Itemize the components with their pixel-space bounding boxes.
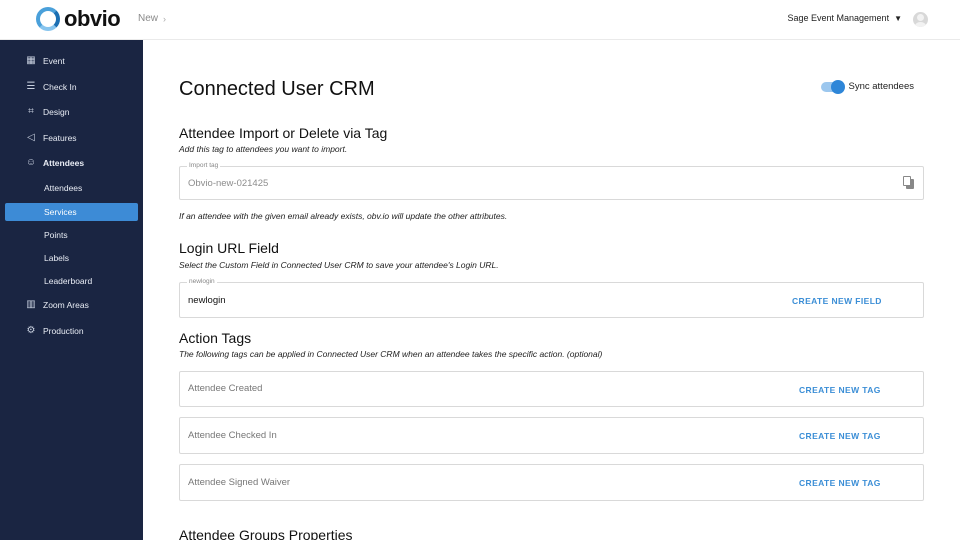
- avatar[interactable]: [913, 12, 928, 27]
- top-bar: obvio New › Sage Event Management ▼: [0, 0, 960, 40]
- sidebar: ▦ Event ☰ Check In ⌗ Design ◁ Features ☺…: [0, 40, 143, 540]
- sidebar-item-label: Design: [43, 107, 70, 117]
- sync-attendees-toggle[interactable]: Sync attendees: [820, 79, 915, 94]
- sidebar-item-label: Event: [43, 56, 65, 66]
- create-new-tag-button[interactable]: CREATE NEW TAG: [799, 385, 881, 395]
- logo-text: obvio: [64, 6, 121, 31]
- crop-icon: ⌗: [28, 106, 34, 117]
- breadcrumb-event[interactable]: New: [138, 13, 158, 24]
- sidebar-item-features[interactable]: ◁ Features: [0, 128, 143, 148]
- login-section-heading: Login URL Field: [179, 240, 279, 256]
- breadcrumb: New ›: [138, 13, 166, 24]
- toggle-switch[interactable]: [820, 79, 845, 94]
- calendar-icon: ▦: [26, 55, 36, 66]
- login-url-field-value: newlogin: [188, 295, 226, 306]
- sync-attendees-label: Sync attendees: [848, 81, 915, 92]
- main-content: Connected User CRM Sync attendees Attend…: [143, 40, 960, 540]
- sidebar-subitem-points[interactable]: Points: [5, 226, 138, 244]
- action-tag-row[interactable]: Attendee Signed Waiver CREATE NEW TAG: [179, 464, 924, 501]
- import-tag-label: Import tag: [187, 162, 221, 169]
- sidebar-item-zoom-areas[interactable]: ▥ Zoom Areas: [0, 295, 143, 315]
- sidebar-subitem-attendees[interactable]: Attendees: [5, 179, 138, 197]
- megaphone-icon: ◁: [27, 132, 35, 143]
- sidebar-item-label: Check In: [43, 82, 77, 92]
- action-tag-label: Attendee Signed Waiver: [188, 477, 291, 488]
- sidebar-item-design[interactable]: ⌗ Design: [0, 102, 143, 122]
- sidebar-item-label: Attendees: [43, 158, 85, 168]
- copy-icon[interactable]: [903, 176, 915, 190]
- sidebar-item-check-in[interactable]: ☰ Check In: [0, 77, 143, 97]
- login-url-field-label: newlogin: [187, 278, 217, 285]
- organization-name: Sage Event Management: [787, 13, 890, 23]
- page-title: Connected User CRM: [179, 78, 375, 100]
- sidebar-item-label: Features: [43, 133, 77, 143]
- sidebar-subitem-label: Labels: [44, 253, 70, 263]
- sidebar-subitem-label: Points: [44, 230, 68, 240]
- gears-icon: ⚙: [26, 325, 36, 336]
- sidebar-item-label: Zoom Areas: [43, 300, 89, 310]
- action-tags-heading: Action Tags: [179, 330, 252, 346]
- checklist-icon: ☰: [26, 81, 36, 92]
- action-tag-row[interactable]: Attendee Checked In CREATE NEW TAG: [179, 417, 924, 454]
- sidebar-subitem-labels[interactable]: Labels: [5, 249, 138, 267]
- import-tag-value: Obvio-new-021425: [188, 178, 269, 189]
- import-section-heading: Attendee Import or Delete via Tag: [179, 125, 388, 141]
- obvio-logo[interactable]: obvio: [36, 6, 121, 32]
- import-section-note: If an attendee with the given email alre…: [179, 211, 508, 221]
- people-icon: ☺: [25, 157, 37, 168]
- logo-ring-icon: [36, 7, 60, 31]
- sidebar-subitem-leaderboard[interactable]: Leaderboard: [5, 272, 138, 290]
- create-new-field-button[interactable]: CREATE NEW FIELD: [792, 296, 882, 306]
- create-new-tag-button[interactable]: CREATE NEW TAG: [799, 431, 881, 441]
- login-section-subtitle: Select the Custom Field in Connected Use…: [179, 260, 499, 270]
- attendee-groups-heading: Attendee Groups Properties: [179, 527, 353, 540]
- sidebar-subitem-label: Attendees: [44, 183, 83, 193]
- zoom-areas-icon: ▥: [26, 299, 36, 310]
- sidebar-item-production[interactable]: ⚙ Production: [0, 321, 143, 341]
- sidebar-item-label: Production: [43, 326, 84, 336]
- import-tag-field[interactable]: Import tag Obvio-new-021425: [179, 162, 924, 200]
- action-tag-label: Attendee Created: [188, 383, 263, 394]
- action-tags-subtitle: The following tags can be applied in Con…: [179, 349, 603, 359]
- sidebar-subitem-services[interactable]: Services: [5, 203, 138, 221]
- sidebar-item-attendees[interactable]: ☺ Attendees: [0, 153, 143, 173]
- chevron-down-icon: ▼: [894, 13, 902, 23]
- create-new-tag-button[interactable]: CREATE NEW TAG: [799, 478, 881, 488]
- login-url-field-select[interactable]: newlogin newlogin CREATE NEW FIELD: [179, 278, 924, 318]
- sidebar-subitem-label: Services: [44, 207, 77, 217]
- action-tag-label: Attendee Checked In: [188, 430, 277, 441]
- sidebar-item-event[interactable]: ▦ Event: [0, 51, 143, 71]
- import-section-subtitle: Add this tag to attendees you want to im…: [179, 144, 348, 154]
- action-tag-row[interactable]: Attendee Created CREATE NEW TAG: [179, 371, 924, 407]
- chevron-right-icon: ›: [163, 13, 167, 24]
- sidebar-subitem-label: Leaderboard: [44, 276, 93, 286]
- organization-selector[interactable]: Sage Event Management ▼: [788, 13, 903, 23]
